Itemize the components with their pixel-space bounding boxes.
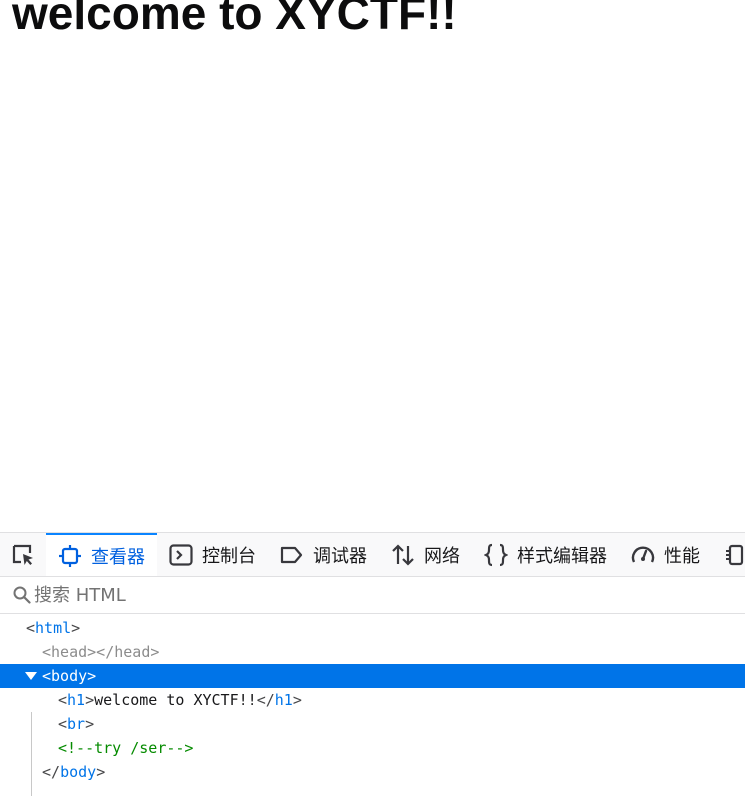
br-tag-name: br [67,715,86,733]
node-body-close[interactable]: </body> [0,760,745,784]
node-br[interactable]: <br> [0,712,745,736]
node-h1[interactable]: <h1>welcome to XYCTF!!</h1> [0,688,745,712]
node-comment[interactable]: <!--try /ser--> [0,736,745,760]
node-body-selected[interactable]: <body> [0,664,745,688]
markup-tree: <html> <head></head> <body> <h1>welcome … [0,614,745,796]
tab-style-editor-label: 样式编辑器 [517,545,607,567]
tab-console-label: 控制台 [202,545,256,567]
tab-inspector[interactable]: 查看器 [46,533,157,576]
tab-debugger-label: 调试器 [313,545,367,567]
network-icon [391,543,415,567]
h1-text-node: welcome to XYCTF!! [94,691,257,709]
tab-console[interactable]: 控制台 [157,533,268,576]
element-picker-icon [12,544,33,565]
html-tag-name: html [35,619,72,637]
tab-performance-label: 性能 [664,545,700,567]
page-viewport: welcome to XYCTF!! [0,0,745,532]
page-heading: welcome to XYCTF!! [12,0,457,39]
indent-guide [31,712,32,796]
tab-memory-partial[interactable] [712,533,745,576]
memory-icon [724,543,745,567]
debugger-icon [280,543,304,567]
head-tag-name: head [51,643,88,661]
tab-style-editor[interactable]: 样式编辑器 [472,533,619,576]
tab-network[interactable]: 网络 [379,533,472,576]
performance-icon [631,543,655,567]
h1-close-tag-name: h1 [274,691,293,709]
body-close-tag-name: body [60,763,97,781]
comment-text: <!--try /ser--> [58,739,194,757]
html-search-input[interactable] [34,584,634,606]
style-editor-icon [484,543,508,567]
tab-performance[interactable]: 性能 [619,533,712,576]
devtools-panel: 查看器 控制台 调试器 网络 样式编辑器 性能 搜索 HTML <html> <… [0,532,745,796]
node-head[interactable]: <head></head> [0,640,745,664]
tab-debugger[interactable]: 调试器 [268,533,379,576]
body-tag-name: body [51,667,88,685]
node-html[interactable]: <html> [0,616,745,640]
tab-network-label: 网络 [424,545,460,567]
h1-tag-name: h1 [67,691,86,709]
element-picker-button[interactable] [0,533,46,576]
console-icon [169,543,193,567]
head-close-tag-name: head [114,643,151,661]
search-icon [12,585,32,605]
inspector-icon [58,544,82,568]
devtools-toolbar: 查看器 控制台 调试器 网络 样式编辑器 性能 [0,533,745,577]
expand-triangle-icon[interactable] [25,672,37,680]
tab-inspector-label: 查看器 [91,546,145,568]
html-search-bar [0,577,745,614]
